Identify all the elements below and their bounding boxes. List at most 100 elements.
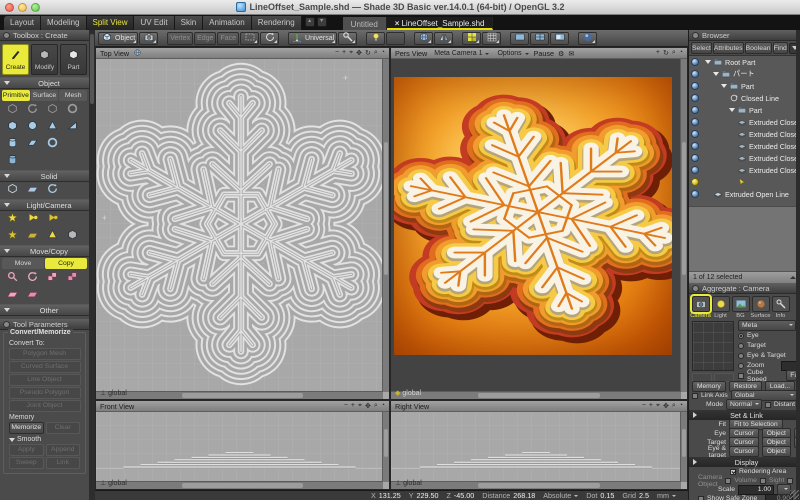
fit-view-icon[interactable]: ⌖ [358,402,362,410]
magnify-icon[interactable]: ⌕ [374,49,378,57]
status-y[interactable]: Y229.50 [409,491,439,500]
face-mode-button[interactable]: Face [217,32,239,45]
zoom-out-icon[interactable]: − [642,402,646,410]
status-absolute[interactable]: Absolute [543,491,578,500]
viewport-top-vscrollbar[interactable] [382,58,389,392]
tree-row[interactable]: Root Part [689,56,800,68]
globe-icon[interactable] [133,48,142,59]
viewport-top[interactable]: Top View −+⌖✥↻⌕◔ + + ⊥ global [95,47,390,400]
section-solid[interactable]: Solid [0,170,89,182]
memory-button[interactable]: Memory [692,381,726,392]
zoom-in-icon[interactable]: + [649,402,653,410]
viewport-pers[interactable]: Pers View Meta Camera 1 Options Pause ⚙ … [390,47,688,400]
rotate-select-button[interactable] [260,32,279,45]
convert-polygon-mesh-button[interactable]: Polygon Mesh [9,348,81,360]
document-tab[interactable]: ×LineOffset_Sample.shd [387,17,494,30]
aggregate-tab-info[interactable]: Info [772,296,789,319]
tree-row[interactable]: パート [689,68,800,80]
visibility-ball-icon[interactable] [691,154,699,162]
pause-button[interactable]: Pause [534,49,554,58]
camera-tool-button[interactable] [139,32,158,45]
expander-icon[interactable] [721,84,727,88]
rect-tool[interactable] [43,103,62,118]
plane-primitive[interactable] [23,137,42,152]
viewport-right-canvas[interactable] [391,411,681,482]
radio-target[interactable] [738,343,744,349]
tree-row[interactable]: Extruded Open Line [689,188,800,200]
tree-row[interactable]: Extruded Closed [689,164,800,176]
visibility-ball-icon[interactable] [691,106,699,114]
scale-copy-tool[interactable] [43,271,62,286]
visibility-ball-icon[interactable] [691,70,699,78]
visibility-ball-icon[interactable] [691,82,699,90]
camera-object-volume-checkbox[interactable] [725,478,731,484]
link-button[interactable]: Link [46,457,81,469]
status-z[interactable]: Z-45.00 [447,491,475,500]
marquee-select-button[interactable] [240,32,259,45]
flood-light[interactable] [43,229,62,244]
aggregate-tab-bg[interactable]: BG [732,296,749,319]
shading-mode-icon[interactable]: ◔ [679,49,683,57]
flip-copy-tool[interactable] [23,288,42,303]
shading-mode-icon[interactable]: ◔ [381,402,385,410]
mirror-mode-button[interactable] [434,32,453,45]
mode-dropdown[interactable]: Normal [726,399,762,410]
visibility-ball-icon[interactable] [691,130,699,138]
expander-icon[interactable] [705,60,711,64]
arm-light[interactable] [23,229,42,244]
section-light-camera[interactable]: Light/Camera [0,199,89,211]
radio-eye-target[interactable] [738,353,744,359]
camera-select-dropdown[interactable]: Meta Camera 1 [431,50,490,57]
pan-icon[interactable]: ✥ [365,402,371,410]
shading-mode-icon[interactable]: ◔ [679,402,683,410]
apply-button[interactable]: Apply [9,444,44,456]
tree-row[interactable]: Part [689,80,800,92]
object-button[interactable]: Object [762,446,791,457]
viewport-front[interactable]: Front View −+⌖✥⌕◔ ⊥ global [95,400,390,490]
viewport-pers-label[interactable]: Pers View [395,49,427,58]
toolbox-mode-part[interactable]: Part [60,44,87,75]
ambient-light[interactable] [3,229,22,244]
polyline-tool[interactable] [3,103,22,118]
browser-tab-select[interactable]: Select [691,42,712,54]
comment-icon[interactable]: ✉ [568,49,574,58]
mode-tab-animation[interactable]: Animation [203,16,252,30]
viewport-front-hscrollbar[interactable] [96,481,383,489]
zoom-out-icon[interactable]: − [344,402,348,410]
viewport-front-vscrollbar[interactable] [382,411,389,482]
radio-zoom[interactable] [738,363,744,369]
section-other[interactable]: Other [0,304,89,316]
grid-snap-button[interactable] [462,32,481,45]
vertex-mode-button[interactable]: Vertex [167,32,193,45]
blank-button[interactable] [386,32,405,45]
cube-primitive[interactable] [3,120,22,135]
right-panel-scrollbar[interactable] [796,30,800,500]
wedge-primitive[interactable] [63,120,82,135]
shear-copy-tool[interactable] [3,288,22,303]
object-tab-primitive[interactable]: Primitive [2,90,30,101]
status-distance[interactable]: Distance268.18 [482,491,535,500]
tree-row[interactable]: Extruded Closed [689,116,800,128]
disc-primitive[interactable] [43,137,62,152]
mode-tab-rendering[interactable]: Rendering [252,16,302,30]
viewport-top-hscrollbar[interactable] [96,391,383,399]
tree-row[interactable]: Part [689,104,800,116]
status-x[interactable]: X131.25 [371,491,401,500]
zoom-window-button[interactable] [31,3,40,12]
rotate-view-icon[interactable]: ↻ [663,49,669,57]
grid-display-button[interactable] [482,32,501,45]
viewport-pers-hscrollbar[interactable] [391,391,681,399]
sphere-primitive[interactable] [23,120,42,135]
zoom-in-icon[interactable]: + [656,49,660,57]
section-set-link[interactable]: Set & Link [689,410,800,420]
zoom-in-icon[interactable]: + [351,402,355,410]
toolbox-mode-create[interactable]: Create [2,44,29,75]
texture-view-button[interactable] [414,32,433,45]
camera-object[interactable] [63,229,82,244]
viewport-right-hscrollbar[interactable] [391,481,681,489]
rotate-copy-tool[interactable] [23,271,42,286]
cone-primitive[interactable] [43,120,62,135]
tree-row[interactable]: Extruded Closed [689,140,800,152]
viewport-front-canvas[interactable] [96,411,383,482]
distant-checkbox[interactable] [765,402,771,408]
